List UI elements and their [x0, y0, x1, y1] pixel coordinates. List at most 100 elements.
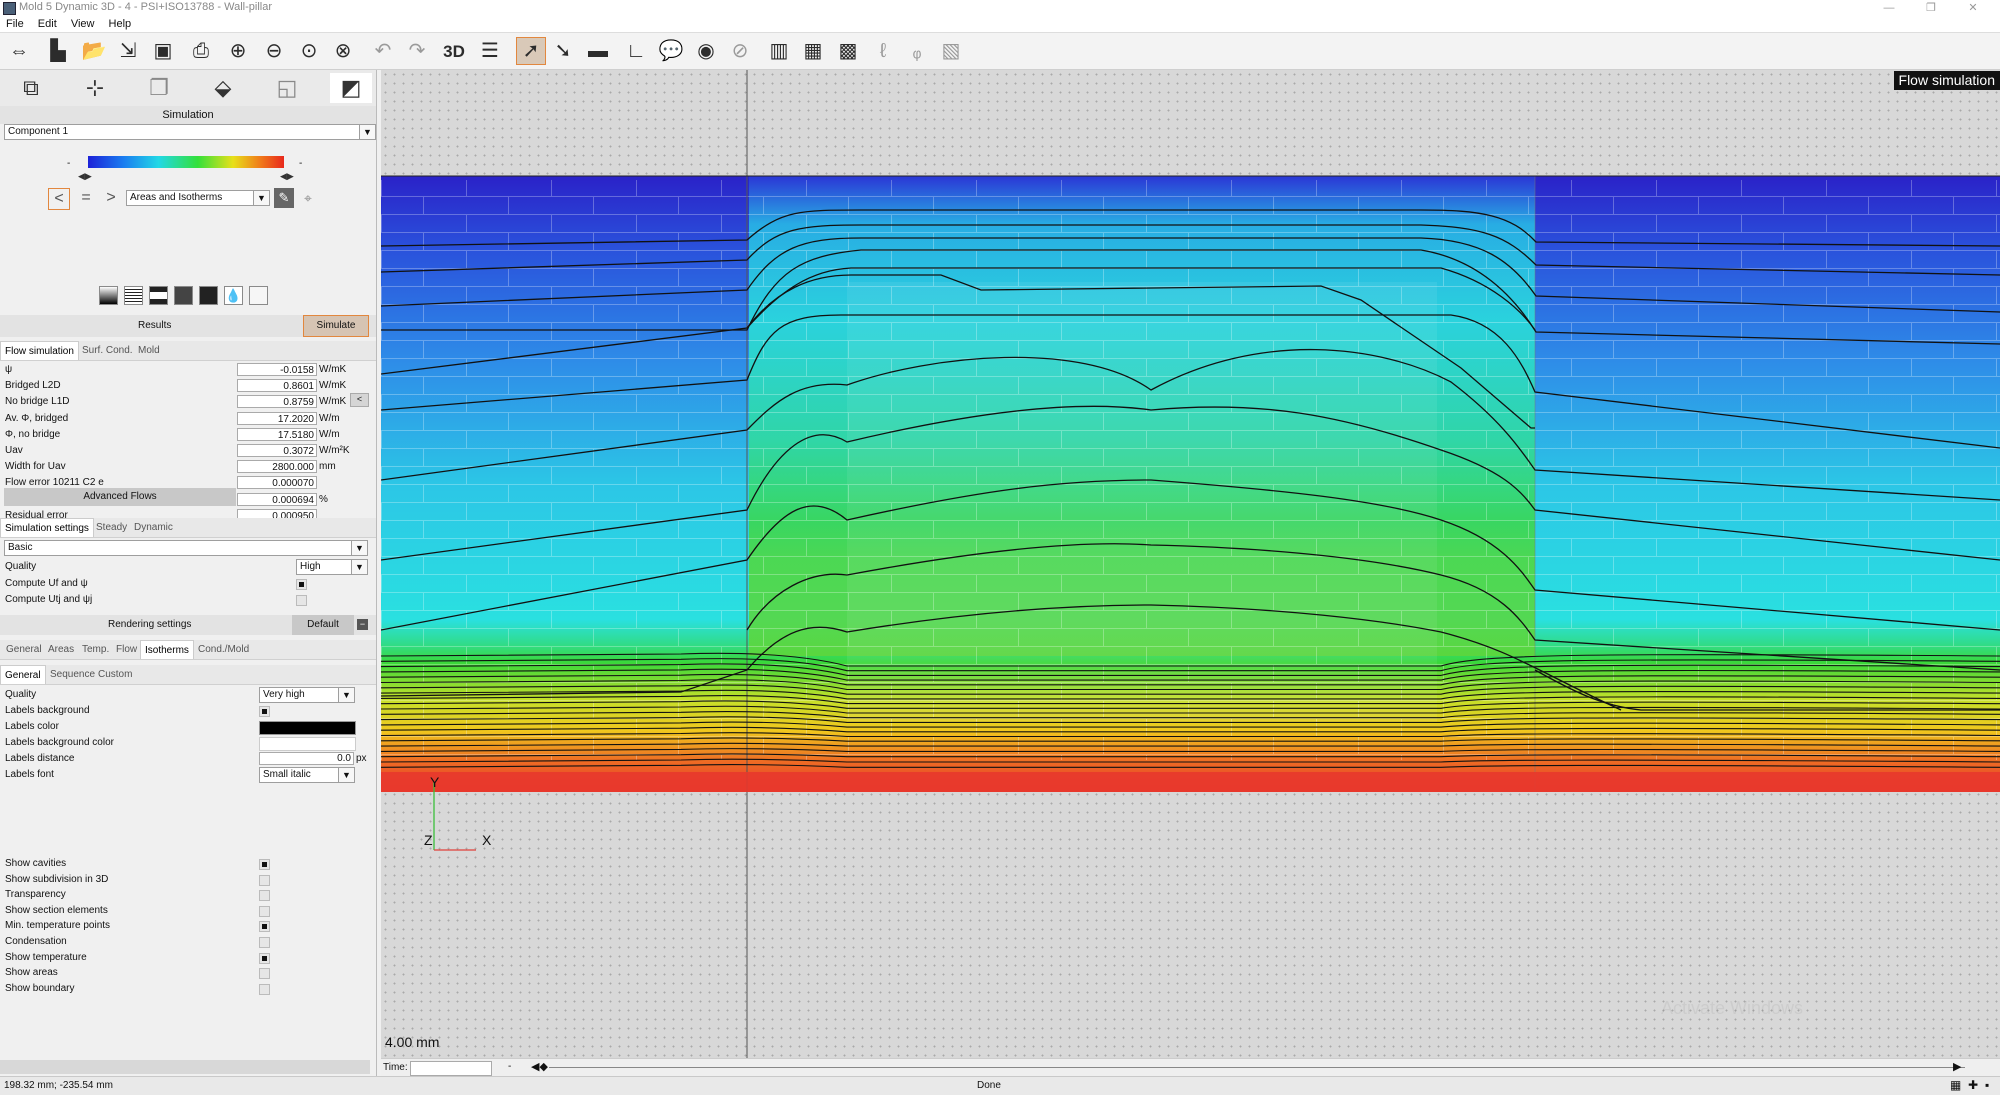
select-pointer-icon[interactable]: ➚	[516, 37, 546, 65]
ruler-icon[interactable]: ▬	[585, 38, 611, 64]
collapse-icon[interactable]: −	[357, 619, 368, 630]
hide-icon[interactable]: ⊘	[727, 38, 753, 64]
tab-mold[interactable]: Mold	[134, 341, 164, 360]
boundary-view-icon[interactable]: ❐	[138, 73, 180, 103]
simulation-viewport[interactable]: Flow simulation Y Z X 4.00 mm Activate W…	[381, 70, 2000, 1058]
labels-background-checkbox[interactable]	[259, 706, 270, 717]
import-icon[interactable]: ⇲	[115, 38, 141, 64]
angle-icon[interactable]: ∟	[623, 38, 649, 64]
save-icon[interactable]: ▣	[150, 38, 176, 64]
probe-icon[interactable]: ⌖	[298, 188, 318, 208]
option-checkbox[interactable]	[259, 921, 270, 933]
option-checkbox[interactable]	[259, 874, 270, 886]
snap-toggle-icon[interactable]: ✚	[1968, 1078, 1978, 1092]
tab-areas[interactable]: Areas	[44, 640, 78, 659]
menu-edit[interactable]: Edit	[32, 16, 62, 30]
new-file-icon[interactable]: ▙	[45, 38, 71, 64]
option-checkbox[interactable]	[259, 983, 270, 995]
tab-sequence[interactable]: Sequence	[46, 665, 99, 684]
stripe-lines-icon[interactable]	[124, 286, 143, 305]
display-mode-select[interactable]: Areas and Isotherms ▼	[126, 190, 270, 206]
layers-view-icon[interactable]: ⬙	[202, 73, 244, 103]
band-icon[interactable]	[149, 286, 168, 305]
quality-select[interactable]: High ▼	[296, 559, 368, 575]
geometry-view-icon[interactable]: ⧉	[10, 73, 52, 103]
comment-icon[interactable]: 💬	[658, 38, 684, 64]
surface-view-icon[interactable]: ◱	[266, 73, 308, 103]
menu-view[interactable]: View	[65, 16, 100, 30]
tab-cond-mold[interactable]: Cond./Mold	[194, 640, 253, 659]
maximize-icon[interactable]: ❐	[1910, 0, 1952, 16]
labels-bg-color-swatch[interactable]	[259, 737, 356, 751]
simulation-view-icon[interactable]: ◩	[330, 73, 372, 103]
eye-icon[interactable]: ◉	[693, 38, 719, 64]
option-checkbox[interactable]	[259, 937, 270, 948]
legend-right-handle-icon[interactable]: ◀▶	[280, 171, 294, 182]
print-icon[interactable]: ⎙	[188, 38, 214, 64]
qt-icon[interactable]: ᵩ	[904, 38, 930, 64]
tab-simulation-settings[interactable]: Simulation settings	[0, 518, 94, 537]
grid-toggle-icon[interactable]: ▦	[1950, 1078, 1961, 1092]
simulation-mode-select[interactable]: Basic ▼	[4, 540, 368, 556]
solid-fill-icon[interactable]	[199, 286, 218, 305]
tab-render-general[interactable]: General	[2, 640, 46, 659]
component-select[interactable]: Component 1 ▼	[4, 124, 376, 140]
ortho-toggle-icon[interactable]: ▪	[1985, 1078, 1989, 1092]
menu-file[interactable]: File	[0, 16, 29, 30]
zoom-fit-icon[interactable]: ⊙	[296, 38, 322, 64]
close-icon[interactable]: ✕	[1952, 0, 1994, 16]
advanced-flows-button[interactable]: Advanced Flows	[4, 488, 236, 506]
3d-view-button[interactable]: 3D	[441, 38, 467, 64]
lt-icon[interactable]: ℓ	[870, 38, 896, 64]
droplet-icon[interactable]: 💧	[224, 286, 243, 305]
undo-icon[interactable]: ↶	[370, 38, 396, 64]
width-arrow-button[interactable]: <	[350, 393, 369, 407]
chart-table-icon[interactable]: ▦	[800, 38, 826, 64]
option-checkbox[interactable]	[259, 968, 270, 980]
labels-distance-input[interactable]: 0.0	[259, 752, 354, 765]
mold-icon[interactable]: ▧	[938, 38, 964, 64]
tab-isotherms[interactable]: Isotherms	[140, 640, 194, 659]
chart-bar-icon[interactable]: ▥	[766, 38, 792, 64]
select-arrow-icon[interactable]: ➘	[550, 38, 576, 64]
minimize-icon[interactable]: —	[1868, 0, 1910, 16]
tab-flow[interactable]: Flow	[112, 640, 141, 659]
list-icon[interactable]: ☰	[477, 38, 503, 64]
simulate-button[interactable]: Simulate	[303, 315, 369, 337]
cross-section-icon[interactable]	[174, 286, 193, 305]
tab-dynamic[interactable]: Dynamic	[130, 518, 177, 537]
tab-iso-general[interactable]: General	[0, 665, 46, 684]
eyedropper-icon[interactable]: ✎	[274, 188, 294, 208]
compare-less-button[interactable]: <	[48, 188, 70, 210]
compare-equal-button[interactable]: =	[76, 188, 96, 210]
option-checkbox[interactable]	[259, 905, 270, 917]
time-start-icon[interactable]: ◀◆	[531, 1060, 548, 1073]
color-legend-bar[interactable]	[88, 156, 284, 168]
option-checkbox[interactable]	[259, 890, 270, 902]
tab-flow-simulation[interactable]: Flow simulation	[0, 341, 79, 360]
menu-help[interactable]: Help	[103, 16, 137, 30]
tab-temp[interactable]: Temp.	[78, 640, 113, 659]
time-input[interactable]	[410, 1061, 492, 1076]
redo-icon[interactable]: ↷	[404, 38, 430, 64]
labels-font-select[interactable]: Small italic ▼	[259, 767, 355, 783]
time-end-icon[interactable]: ▶	[1953, 1060, 1961, 1073]
panel-horizontal-scrollbar[interactable]	[0, 1060, 370, 1074]
resize-icon[interactable]: ⇔	[6, 38, 32, 64]
iso-quality-select[interactable]: Very high ▼	[259, 687, 355, 703]
compute-utj-checkbox[interactable]	[296, 595, 307, 606]
option-checkbox[interactable]	[259, 952, 270, 964]
legend-left-handle-icon[interactable]: ◀▶	[78, 171, 92, 182]
zoom-window-icon[interactable]: ⊗	[330, 38, 356, 64]
compute-uf-checkbox[interactable]	[296, 579, 307, 590]
tab-steady[interactable]: Steady	[92, 518, 131, 537]
zoom-in-icon[interactable]: ⊕	[225, 38, 251, 64]
zoom-out-icon[interactable]: ⊖	[261, 38, 287, 64]
open-folder-icon[interactable]: 📂	[81, 38, 107, 64]
time-slider-track[interactable]	[549, 1067, 1965, 1068]
outline-icon[interactable]	[249, 286, 268, 305]
tab-surf-cond[interactable]: Surf. Cond.	[78, 341, 137, 360]
labels-color-swatch[interactable]	[259, 721, 356, 735]
compare-greater-button[interactable]: >	[101, 188, 121, 210]
shade-gradient-icon[interactable]	[99, 286, 118, 305]
